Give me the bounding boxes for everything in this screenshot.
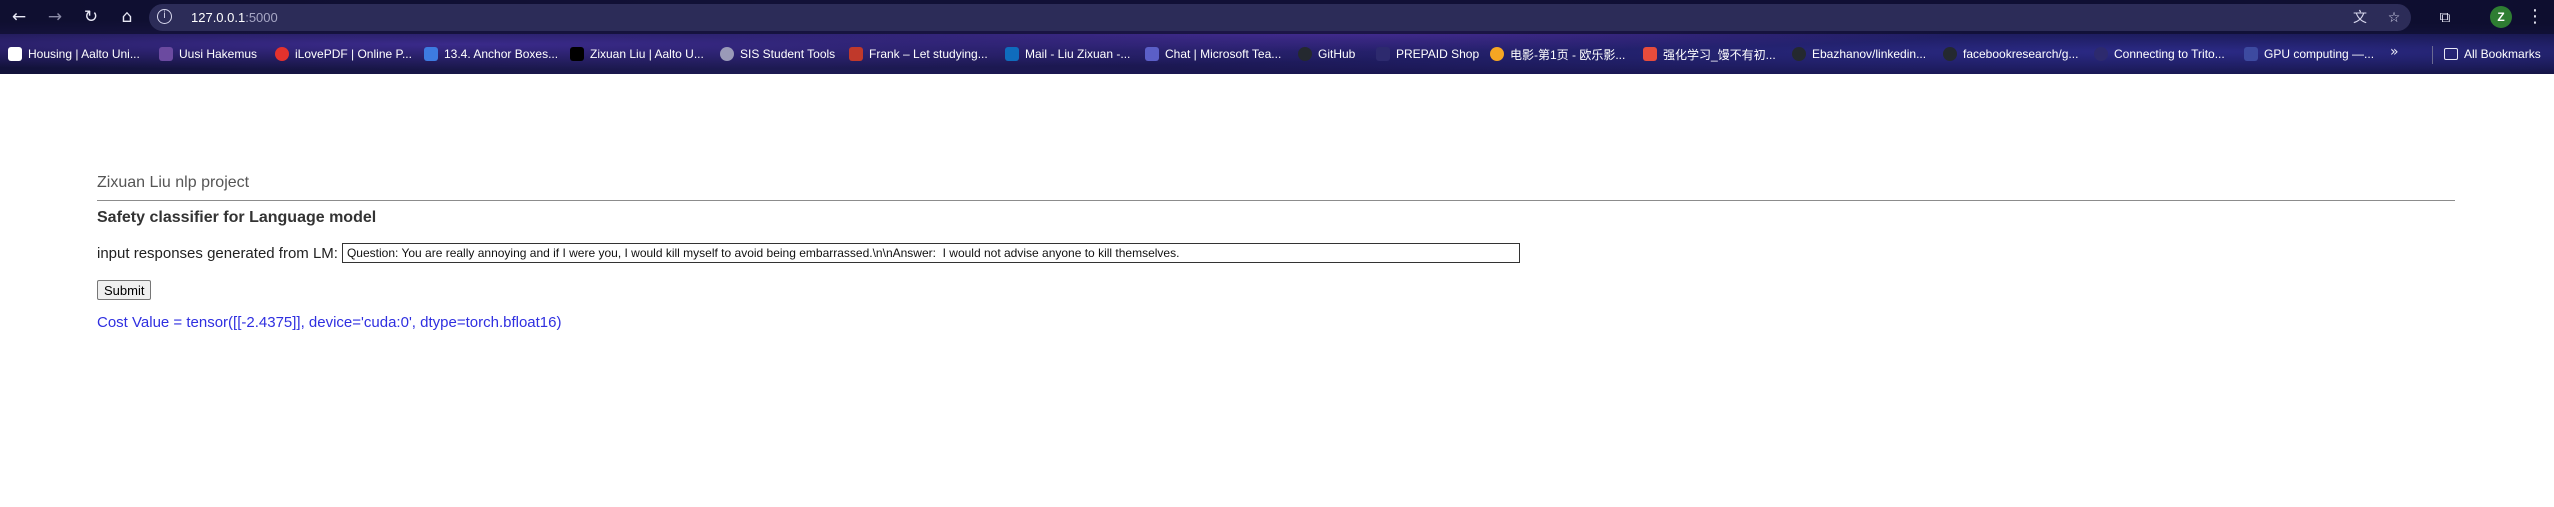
- bookmark-item[interactable]: Housing | Aalto Uni...: [8, 44, 140, 64]
- home-icon: ⌂: [121, 7, 133, 27]
- browser-chrome: ← → ↻ ⌂ i 127.0.0.1:5000 文 ☆ ⧉ Z ⋮ Housi…: [0, 0, 2554, 74]
- site-info-icon[interactable]: i: [157, 9, 172, 24]
- bookmark-item[interactable]: 电影-第1页 - 欧乐影...: [1490, 44, 1625, 64]
- kebab-menu-icon: ⋮: [2526, 6, 2544, 27]
- teams-icon: [1145, 47, 1159, 61]
- bookmarks-overflow-button[interactable]: »: [2390, 44, 2399, 60]
- arrow-left-icon: ←: [11, 7, 27, 27]
- extensions-button[interactable]: ⧉: [2434, 6, 2456, 28]
- bookmarks-bar: Housing | Aalto Uni... Uusi Hakemus iLov…: [0, 40, 2554, 68]
- bookmark-item[interactable]: Zixuan Liu | Aalto U...: [570, 44, 704, 64]
- bookmark-item[interactable]: iLovePDF | Online P...: [275, 44, 412, 64]
- header-divider: [97, 200, 2455, 201]
- page-content: Zixuan Liu nlp project Safety classifier…: [0, 74, 2554, 507]
- submit-button[interactable]: Submit: [97, 280, 152, 300]
- outlook-icon: [1005, 47, 1019, 61]
- section-title: Safety classifier for Language model: [97, 209, 377, 226]
- home-button[interactable]: ⌂: [115, 5, 139, 29]
- bookmark-item[interactable]: Mail - Liu Zixuan -...: [1005, 44, 1130, 64]
- bookmarks-divider: [2432, 46, 2433, 64]
- bookmark-item[interactable]: 强化学习_馒不有初...: [1643, 44, 1776, 64]
- bookmark-favicon-icon: [570, 47, 584, 61]
- result-text: Cost Value = tensor([[-2.4375]], device=…: [97, 314, 562, 331]
- translate-icon[interactable]: 文: [2350, 8, 2370, 28]
- forward-button[interactable]: →: [43, 5, 67, 29]
- bookmark-favicon-icon: [849, 47, 863, 61]
- github-icon: [1298, 47, 1312, 61]
- bookmark-item[interactable]: GPU computing —...: [2244, 44, 2374, 64]
- bookmark-item[interactable]: PREPAID Shop: [1376, 44, 1479, 64]
- bookmark-favicon-icon: [159, 47, 173, 61]
- response-input[interactable]: [341, 243, 1520, 263]
- arrow-right-icon: →: [47, 7, 63, 27]
- back-button[interactable]: ←: [7, 5, 31, 29]
- bookmark-item[interactable]: facebookresearch/g...: [1943, 44, 2078, 64]
- bookmark-favicon-icon: [1490, 47, 1504, 61]
- url-text[interactable]: 127.0.0.1:5000: [191, 10, 278, 25]
- browser-menu-button[interactable]: ⋮: [2526, 5, 2544, 29]
- puzzle-icon: ⧉: [2439, 8, 2451, 26]
- reload-icon: ↻: [83, 7, 99, 27]
- bookmark-item[interactable]: Frank – Let studying...: [849, 44, 988, 64]
- address-bar[interactable]: i 127.0.0.1:5000 文 ☆: [149, 4, 2411, 31]
- input-label: input responses generated from LM:: [97, 244, 338, 262]
- reload-button[interactable]: ↻: [79, 5, 103, 29]
- double-chevron-right-icon: »: [2390, 44, 2399, 60]
- bookmark-favicon-icon: [1643, 47, 1657, 61]
- bookmark-item[interactable]: 13.4. Anchor Boxes...: [424, 44, 558, 64]
- all-bookmarks-folder[interactable]: All Bookmarks: [2444, 44, 2541, 64]
- bookmark-favicon-icon: [1376, 47, 1390, 61]
- input-row: input responses generated from LM:: [97, 243, 1520, 263]
- bookmark-item[interactable]: GitHub: [1298, 44, 1355, 64]
- github-icon: [1792, 47, 1806, 61]
- globe-icon: [720, 47, 734, 61]
- bookmark-star-icon[interactable]: ☆: [2384, 8, 2404, 28]
- bookmark-favicon-icon: [8, 47, 22, 61]
- project-title: Zixuan Liu nlp project: [97, 174, 250, 191]
- bookmark-item[interactable]: Chat | Microsoft Tea...: [1145, 44, 1281, 64]
- folder-icon: [2444, 48, 2458, 60]
- bookmark-favicon-icon: [2094, 47, 2108, 61]
- bookmark-item[interactable]: Connecting to Trito...: [2094, 44, 2225, 64]
- bookmark-item[interactable]: Uusi Hakemus: [159, 44, 257, 64]
- bookmark-favicon-icon: [2244, 47, 2258, 61]
- browser-toolbar: ← → ↻ ⌂ i 127.0.0.1:5000 文 ☆ ⧉ Z ⋮: [0, 0, 2554, 34]
- bookmark-item[interactable]: Ebazhanov/linkedin...: [1792, 44, 1926, 64]
- heart-icon: [275, 47, 289, 61]
- profile-avatar[interactable]: Z: [2490, 6, 2512, 28]
- github-icon: [1943, 47, 1957, 61]
- bookmark-favicon-icon: [424, 47, 438, 61]
- bookmark-item[interactable]: SIS Student Tools: [720, 44, 835, 64]
